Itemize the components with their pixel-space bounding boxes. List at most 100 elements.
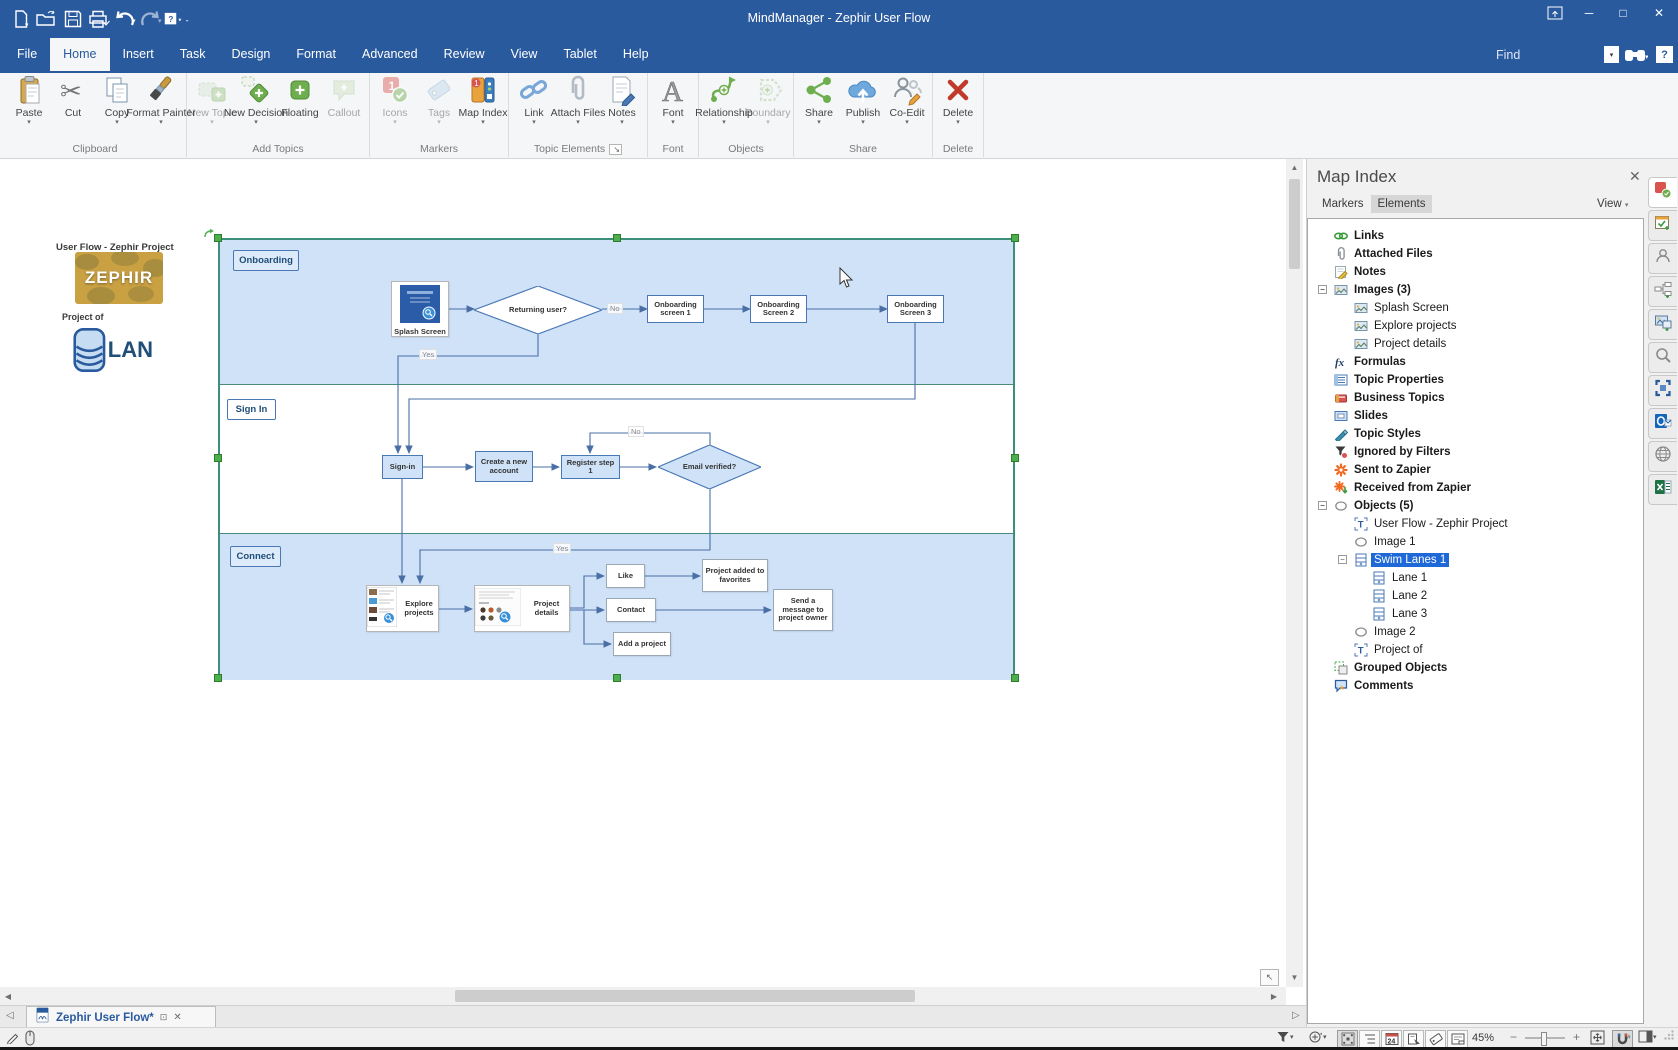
map-index-button[interactable]: 1Map Index▾ <box>461 73 505 143</box>
publish-button[interactable]: Publish▾ <box>841 73 885 143</box>
maximize-button[interactable]: □ <box>1606 0 1640 26</box>
tree-item-lane-3[interactable]: Lane 3 <box>1308 605 1638 623</box>
flow-node-splash[interactable]: Splash Screen <box>391 281 449 337</box>
side-tab-outlook-icon[interactable] <box>1648 408 1677 439</box>
selection-handle[interactable] <box>214 234 222 242</box>
zoom-in-icon[interactable]: + <box>1573 1030 1580 1044</box>
zoom-out-icon[interactable]: − <box>1510 1030 1517 1044</box>
tree-item-sent-to-zapier[interactable]: Sent to Zapier <box>1308 461 1638 479</box>
menu-tab-home[interactable]: Home <box>50 38 109 71</box>
rotate-handle-icon[interactable] <box>203 227 215 245</box>
selection-handle[interactable] <box>613 234 621 242</box>
tree-item-slides[interactable]: Slides <box>1308 407 1638 425</box>
menu-tab-advanced[interactable]: Advanced <box>349 38 431 71</box>
outline-view-toggle[interactable] <box>1359 1030 1380 1048</box>
tree-item-topic-styles[interactable]: Topic Styles <box>1308 425 1638 443</box>
relationship-button[interactable]: Relationship▾ <box>702 73 746 143</box>
tab-float-icon[interactable]: ⊡ <box>160 1012 168 1023</box>
minimize-button[interactable]: ─ <box>1572 0 1606 26</box>
notes-panel-toggle[interactable] <box>1447 1030 1468 1048</box>
tree-item-splash-screen[interactable]: Splash Screen <box>1308 299 1638 317</box>
lane-label[interactable]: Connect <box>230 546 281 567</box>
menu-tab-format[interactable]: Format <box>283 38 349 71</box>
find-label[interactable]: Find <box>1496 48 1520 62</box>
selection-handle[interactable] <box>1011 454 1019 462</box>
snap-magnet-toggle[interactable]: # <box>1612 1030 1633 1048</box>
tree-expander-icon[interactable]: − <box>1318 285 1327 294</box>
tab-close-icon[interactable]: ✕ <box>173 1012 181 1023</box>
ribbon-display-options-button[interactable] <box>1538 0 1572 26</box>
flow-node-ob3[interactable]: Onboarding Screen 3 <box>887 295 944 323</box>
tree-item-image-2[interactable]: Image 2 <box>1308 623 1638 641</box>
scroll-down-icon[interactable]: ▼ <box>1286 971 1303 983</box>
side-tab-search-icon[interactable] <box>1648 342 1677 373</box>
menu-tab-insert[interactable]: Insert <box>110 38 167 71</box>
find-dropdown[interactable]: ▾ <box>1604 46 1619 63</box>
tree-item-project-of[interactable]: TProject of <box>1308 641 1638 659</box>
tree-item-image-1[interactable]: Image 1 <box>1308 533 1638 551</box>
side-tab-globe-icon[interactable] <box>1648 441 1677 472</box>
tree-expander-icon[interactable]: − <box>1318 501 1327 510</box>
menu-tab-file[interactable]: File <box>4 38 50 71</box>
tree-expander-icon[interactable]: − <box>1338 555 1347 564</box>
tree-item-lane-1[interactable]: Lane 1 <box>1308 569 1638 587</box>
tree-item-business-topics[interactable]: Business Topics <box>1308 389 1638 407</box>
help-icon[interactable]: ? <box>1656 46 1673 63</box>
menu-tab-task[interactable]: Task <box>167 38 219 71</box>
tree-item-notes[interactable]: Notes <box>1308 263 1638 281</box>
panel-tab-elements[interactable]: Elements <box>1371 195 1433 213</box>
font-button[interactable]: AFont▾ <box>651 73 695 143</box>
tree-item-formulas[interactable]: fxFormulas <box>1308 353 1638 371</box>
selection-handle[interactable] <box>613 674 621 682</box>
side-tab-topic-add-icon[interactable] <box>1648 276 1677 307</box>
flow-node-ob2[interactable]: Onboarding Screen 2 <box>750 295 807 323</box>
menu-tab-help[interactable]: Help <box>610 38 662 71</box>
panel-layout-icon[interactable]: ▾ <box>1638 1030 1657 1043</box>
tree-item-comments[interactable]: Comments <box>1308 677 1638 695</box>
delete-button[interactable]: Delete▾ <box>936 73 980 143</box>
menu-tab-tablet[interactable]: Tablet <box>550 38 609 71</box>
link-button[interactable]: Link▾ <box>512 73 556 143</box>
tree-item-swim-lanes-1[interactable]: −Swim Lanes 1 <box>1308 551 1638 569</box>
panel-tab-markers[interactable]: Markers <box>1315 195 1371 213</box>
canvas-vertical-scrollbar[interactable]: ▲ ▼ <box>1286 159 1303 987</box>
side-tab-image-add-icon[interactable] <box>1648 309 1677 340</box>
share-button[interactable]: Share▾ <box>797 73 841 143</box>
flow-node-signin[interactable]: Sign-in <box>382 455 423 479</box>
tag-view-toggle[interactable] <box>1403 1030 1424 1048</box>
flow-node-addproj[interactable]: Add a project <box>613 632 671 656</box>
flow-node-returning[interactable]: Returning user? <box>474 286 602 334</box>
tab-scroll-left-icon[interactable]: ◁ <box>6 1010 14 1021</box>
co-edit-button[interactable]: Co-Edit▾ <box>885 73 929 143</box>
flow-node-create[interactable]: Create a new account <box>475 451 533 482</box>
canvas-horizontal-scrollbar[interactable]: ◀ ▶ <box>0 987 1286 1005</box>
menu-tab-design[interactable]: Design <box>218 38 283 71</box>
document-tab[interactable]: Zephir User Flow* ⊡ ✕ <box>26 1006 216 1028</box>
selection-handle[interactable] <box>214 454 222 462</box>
close-button[interactable]: ✕ <box>1640 0 1678 26</box>
mouse-mode-icon[interactable] <box>22 1030 38 1046</box>
tree-item-grouped-objects[interactable]: Grouped Objects <box>1308 659 1638 677</box>
tree-item-ignored-by-filters[interactable]: Ignored by Filters <box>1308 443 1638 461</box>
paste-button[interactable]: Paste▾ <box>7 73 51 143</box>
tree-item-objects-5-[interactable]: −Objects (5) <box>1308 497 1638 515</box>
binoculars-icon[interactable]: ▾ <box>1624 46 1648 68</box>
flow-node-favorites[interactable]: Project added to favorites <box>702 559 768 592</box>
tree-item-explore-projects[interactable]: Explore projects <box>1308 317 1638 335</box>
tree-item-images-3-[interactable]: −Images (3) <box>1308 281 1638 299</box>
lan-logo[interactable]: LAN <box>73 324 153 376</box>
vertical-scroll-thumb[interactable] <box>1289 179 1300 269</box>
flow-node-details[interactable]: Project details <box>474 585 570 632</box>
menu-tab-view[interactable]: View <box>498 38 551 71</box>
side-tab-map-index-icon[interactable] <box>1648 375 1677 406</box>
flow-node-contact[interactable]: Contact <box>606 598 656 622</box>
panel-close-icon[interactable]: ✕ <box>1629 168 1641 185</box>
view-dropdown[interactable]: View ▾ <box>1597 198 1628 210</box>
selection-handle[interactable] <box>1011 674 1019 682</box>
attach-files-button[interactable]: Attach Files▾ <box>556 73 600 143</box>
tree-item-received-from-zapier[interactable]: Received from Zapier <box>1308 479 1638 497</box>
tree-item-project-details[interactable]: Project details <box>1308 335 1638 353</box>
tree-item-attached-files[interactable]: Attached Files <box>1308 245 1638 263</box>
lane-label[interactable]: Onboarding <box>233 250 299 271</box>
overview-button[interactable]: ↖ <box>1260 969 1279 986</box>
